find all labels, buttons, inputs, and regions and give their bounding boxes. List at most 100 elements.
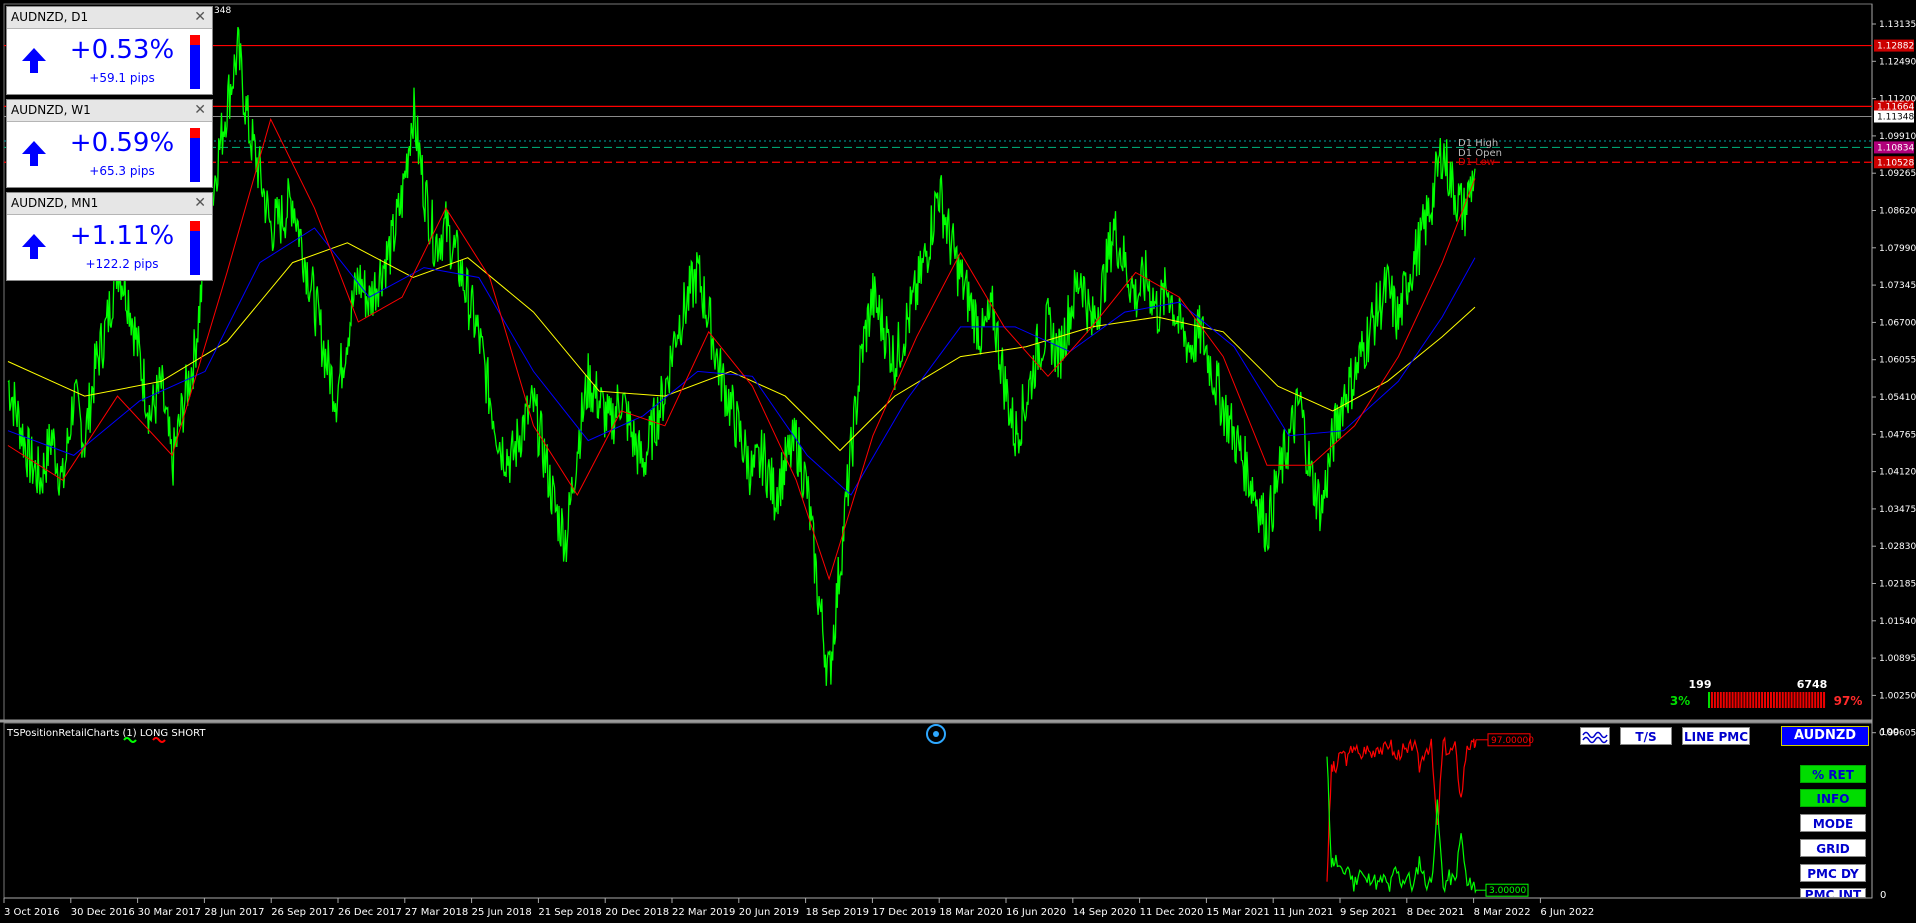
ratio-bar	[1767, 692, 1769, 708]
ratio-bar	[1713, 692, 1716, 708]
price-tag-text: 1.10528	[1877, 158, 1914, 168]
symbol-button[interactable]: AUDNZD	[1781, 726, 1869, 746]
pmc-dy-button[interactable]: PMC DY	[1800, 864, 1866, 882]
ratio-bar	[1728, 692, 1731, 708]
level-label: D1 Low	[1458, 157, 1495, 168]
ratio-bar	[1811, 692, 1814, 708]
y-tick-label: 1.01540	[1879, 617, 1916, 627]
indicator-frame	[3, 722, 1873, 899]
ratio-bar	[1716, 692, 1719, 708]
long-tag-text: 3.00000	[1489, 886, 1526, 896]
horizontal-levels: 1.128821.116641.108341.105281.11348	[4, 39, 1914, 169]
ratio-bar	[1817, 692, 1820, 708]
ratio-bar	[1778, 692, 1781, 708]
ratio-bar	[1772, 692, 1775, 708]
panel-pips: +65.3 pips	[89, 164, 155, 178]
close-icon[interactable]: ✕	[194, 100, 206, 121]
ratio-bar	[1743, 692, 1746, 708]
panel-title: AUDNZD, D1 ✕	[7, 7, 212, 29]
ratio-bar	[1749, 692, 1752, 708]
ts-button[interactable]: T/S	[1620, 727, 1672, 745]
ratio-bar	[1802, 692, 1805, 708]
indicator-tags: 97.00000 3.00000	[1476, 733, 1534, 897]
y-tick-label: 1.11200	[1879, 95, 1916, 105]
ratio-bar	[1784, 692, 1787, 708]
y-tick-label: 1.07345	[1879, 281, 1916, 291]
panel-pips: +122.2 pips	[85, 257, 159, 271]
time-axis: 3 Oct 2016 30 Dec 2016 30 Mar 2017 28 Jun 2…	[3, 898, 1594, 918]
price-tag-text: 1.12882	[1877, 42, 1914, 52]
ratio-bar	[1734, 692, 1737, 708]
ratio-pct-right: 97%	[1834, 694, 1863, 708]
y-tick-label: 1.06700	[1879, 318, 1916, 328]
panel-title-text: AUDNZD, W1	[11, 103, 91, 117]
mode-button[interactable]: MODE	[1800, 814, 1866, 832]
ratio-pct-left: 3%	[1670, 694, 1690, 708]
y-tick-label: 1.09910	[1879, 132, 1916, 142]
x-tick-label: 15 Mar 2021	[1206, 907, 1269, 918]
ratio-bar	[1764, 692, 1767, 708]
y-tick-label: 1.00250	[1879, 691, 1916, 701]
x-tick-label: 11 Jun 2021	[1273, 907, 1333, 918]
ratio-bar	[1725, 692, 1728, 708]
panel-bar	[190, 35, 200, 89]
target-icon[interactable]	[926, 724, 946, 744]
y-tick-label: 1.07990	[1879, 244, 1916, 254]
corner-value: 348	[214, 6, 231, 16]
ratio-bar	[1731, 692, 1734, 708]
info-button[interactable]: INFO	[1800, 789, 1866, 807]
ratio-bar	[1761, 692, 1764, 708]
x-tick-label: 18 Sep 2019	[806, 907, 869, 918]
ratio-bar	[1781, 692, 1784, 708]
close-icon[interactable]: ✕	[194, 193, 206, 214]
ratio-bar	[1790, 692, 1793, 708]
panel-percent: +0.53%	[69, 35, 175, 65]
timeframe-panel-w1[interactable]: AUDNZD, W1 ✕ +0.59% +65.3 pips	[6, 99, 213, 188]
ratio-bar	[1769, 692, 1772, 708]
x-tick-label: 11 Dec 2020	[1140, 907, 1204, 918]
y-tick-label: 1.04765	[1879, 430, 1916, 440]
ratio-bar	[1740, 692, 1743, 708]
panel-pips: +59.1 pips	[89, 71, 155, 85]
x-tick-label: 30 Dec 2016	[71, 907, 135, 918]
x-tick-label: 26 Dec 2017	[338, 907, 402, 918]
close-icon[interactable]: ✕	[194, 7, 206, 28]
x-tick-label: 20 Jun 2019	[739, 907, 799, 918]
pmc-int-button[interactable]: PMC INT	[1800, 888, 1866, 898]
timeframe-panel-mn1[interactable]: AUDNZD, MN1 ✕ +1.11% +122.2 pips	[6, 192, 213, 281]
ratio-bar	[1820, 692, 1823, 708]
x-tick-label: 9 Sep 2021	[1340, 907, 1397, 918]
panel-title-text: AUDNZD, MN1	[11, 196, 99, 210]
ratio-bar	[1722, 692, 1725, 708]
line-pmc-button[interactable]: LINE PMC	[1682, 727, 1750, 745]
x-tick-label: 28 Jun 2017	[204, 907, 264, 918]
arrow-up-icon	[22, 234, 46, 259]
ratio-bars	[1708, 692, 1826, 708]
panel-percent: +1.11%	[69, 221, 175, 251]
x-tick-label: 6 Jun 2022	[1540, 907, 1594, 918]
y-tick-label: 1.09265	[1879, 169, 1916, 179]
panel-title-text: AUDNZD, D1	[11, 10, 89, 24]
wave-button[interactable]	[1580, 727, 1610, 745]
chart-canvas[interactable]: 1.128821.116641.108341.105281.11348 D1 H…	[0, 0, 1916, 923]
x-tick-label: 18 Mar 2020	[939, 907, 1002, 918]
y-tick-label: 1.02185	[1879, 580, 1916, 590]
long-series	[1326, 756, 1477, 894]
x-tick-label: 8 Dec 2021	[1407, 907, 1465, 918]
grid-button[interactable]: GRID	[1800, 839, 1866, 857]
y-tick-label: 1.04120	[1879, 468, 1916, 478]
x-tick-label: 30 Mar 2017	[138, 907, 201, 918]
panel-percent: +0.59%	[69, 128, 175, 158]
ratio-count-right: 6748	[1797, 678, 1828, 691]
price-series-layer	[7, 26, 1476, 686]
ratio-bar	[1758, 692, 1761, 708]
y-tick-label: 1.08620	[1879, 207, 1916, 217]
panel-title: AUDNZD, W1 ✕	[7, 100, 212, 122]
price-axis: 1.13135 1.12490 1.11200 1.09910 1.09265 1.086…	[1872, 20, 1916, 739]
x-tick-label: 26 Sep 2017	[271, 907, 334, 918]
timeframe-panel-d1[interactable]: AUDNZD, D1 ✕ +0.53% +59.1 pips	[6, 6, 213, 95]
indicator-max-label: 100	[1880, 727, 1899, 738]
x-tick-label: 8 Mar 2022	[1474, 907, 1531, 918]
ret-button[interactable]: % RET	[1800, 765, 1866, 783]
ratio-bar	[1719, 692, 1722, 708]
